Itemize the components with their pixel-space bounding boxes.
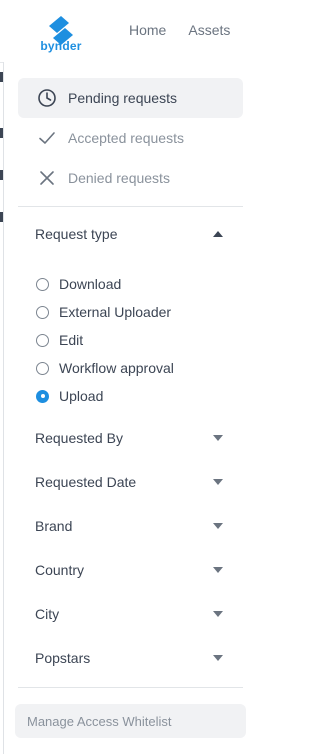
- chevron-down-icon: [213, 611, 223, 617]
- filter-requested-date[interactable]: Requested Date: [35, 474, 223, 490]
- filter-brand[interactable]: Brand: [35, 518, 223, 534]
- manage-access-whitelist-button[interactable]: Manage Access Whitelist: [15, 704, 246, 738]
- filter-requested-by[interactable]: Requested By: [35, 430, 223, 446]
- request-type-toggle[interactable]: Request type: [35, 226, 223, 242]
- request-type-label: Request type: [35, 226, 118, 242]
- filter-label: Popstars: [35, 650, 91, 666]
- request-status-tabs: Pending requests Accepted requests Denie…: [18, 78, 243, 198]
- filter-label: Country: [35, 562, 85, 578]
- chevron-down-icon: [213, 655, 223, 661]
- filter-label: Requested Date: [35, 474, 137, 490]
- filter-label: Requested By: [35, 430, 123, 446]
- divider: [18, 206, 243, 207]
- clock-icon: [36, 87, 58, 109]
- brand-name: bynder: [40, 39, 82, 53]
- tab-accepted-requests[interactable]: Accepted requests: [18, 118, 243, 158]
- chevron-up-icon: [213, 231, 223, 237]
- radio-option-external-uploader[interactable]: External Uploader: [36, 298, 174, 326]
- filter-popstars[interactable]: Popstars: [35, 650, 223, 666]
- tab-denied-requests[interactable]: Denied requests: [18, 158, 243, 198]
- filter-label: Brand: [35, 518, 73, 534]
- filter-city[interactable]: City: [35, 606, 223, 622]
- request-type-options: Download External Uploader Edit Workflow…: [36, 270, 174, 410]
- radio-label: Workflow approval: [59, 360, 174, 376]
- radio-label: Download: [59, 276, 122, 292]
- radio-option-download[interactable]: Download: [36, 270, 174, 298]
- radio-option-workflow-approval[interactable]: Workflow approval: [36, 354, 174, 382]
- filter-country[interactable]: Country: [35, 562, 223, 578]
- radio-button[interactable]: [36, 277, 49, 291]
- chevron-down-icon: [213, 567, 223, 573]
- radio-option-edit[interactable]: Edit: [36, 326, 174, 354]
- nav-assets[interactable]: Assets: [188, 22, 230, 38]
- radio-option-upload[interactable]: Upload: [36, 382, 174, 410]
- tab-label: Pending requests: [68, 90, 177, 106]
- nav-home[interactable]: Home: [129, 22, 166, 38]
- check-icon: [36, 127, 58, 149]
- top-header: bynder Home Assets: [0, 0, 269, 63]
- radio-button[interactable]: [36, 333, 49, 347]
- radio-label: Upload: [59, 388, 104, 404]
- divider: [18, 687, 243, 688]
- close-icon: [36, 167, 58, 189]
- tab-label: Denied requests: [68, 170, 170, 186]
- tab-pending-requests[interactable]: Pending requests: [18, 78, 243, 118]
- whitelist-label: Manage Access Whitelist: [27, 713, 172, 729]
- top-navigation: Home Assets: [129, 22, 252, 38]
- radio-button[interactable]: [36, 305, 49, 319]
- chevron-down-icon: [213, 479, 223, 485]
- chevron-down-icon: [213, 435, 223, 441]
- requests-filter-panel: Pending requests Accepted requests Denie…: [3, 62, 270, 754]
- radio-button[interactable]: [36, 361, 49, 375]
- filter-label: City: [35, 606, 60, 622]
- tab-label: Accepted requests: [68, 130, 184, 146]
- radio-label: Edit: [59, 332, 84, 348]
- radio-button-selected[interactable]: [36, 389, 49, 403]
- radio-label: External Uploader: [59, 304, 172, 320]
- chevron-down-icon: [213, 523, 223, 529]
